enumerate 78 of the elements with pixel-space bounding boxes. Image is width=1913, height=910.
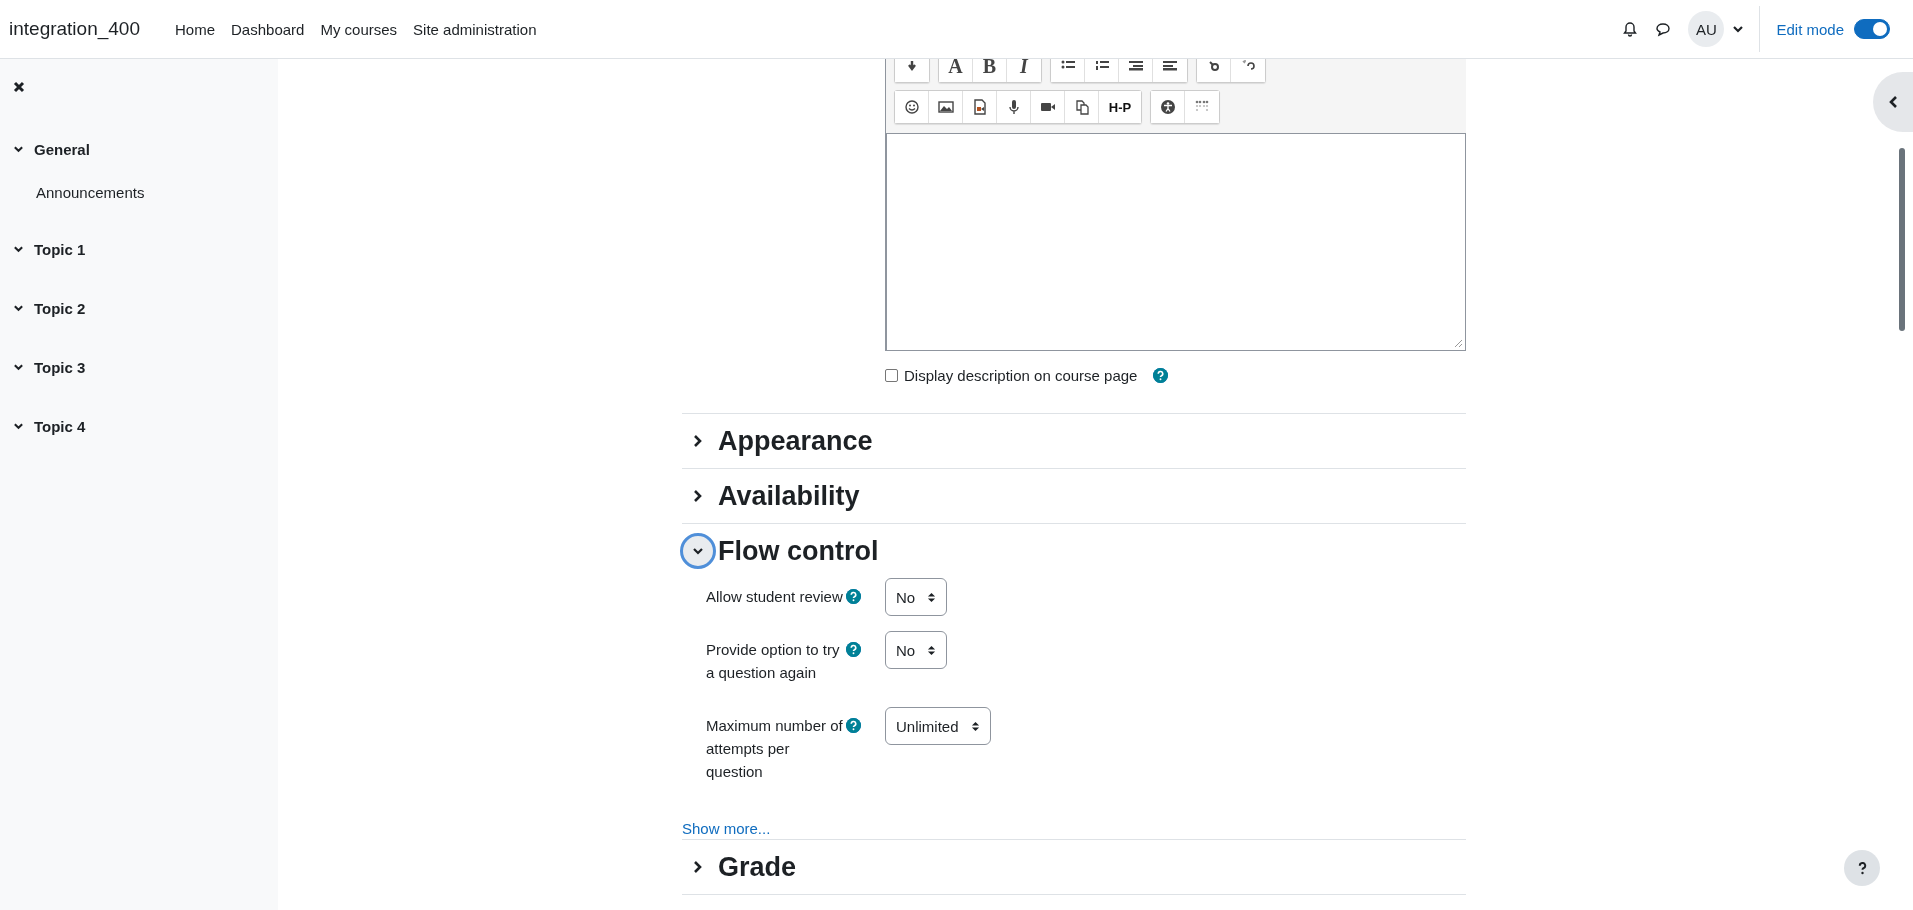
close-icon[interactable]	[13, 81, 25, 93]
copy-icon	[1073, 99, 1090, 115]
drawer-toggle-button[interactable]	[1873, 72, 1913, 132]
section-link[interactable]: General	[34, 141, 90, 158]
question-mark-icon	[1857, 861, 1867, 875]
chevron-right-icon	[692, 434, 704, 448]
smiley-icon	[903, 99, 920, 115]
media-file-icon	[971, 99, 988, 115]
toolbar-button[interactable]	[1197, 59, 1231, 82]
nav-link[interactable]: My courses	[320, 20, 398, 38]
nav-link[interactable]: Dashboard	[231, 20, 305, 38]
toolbar-button[interactable]	[1085, 59, 1119, 82]
bell-icon[interactable]	[1622, 21, 1639, 37]
toolbar-button[interactable]	[895, 59, 929, 82]
outdent-icon	[1127, 59, 1144, 74]
section-link[interactable]: Topic 4	[34, 418, 86, 435]
italic-button[interactable]: I	[1007, 59, 1041, 82]
chevron-left-icon	[1887, 95, 1899, 109]
image-icon	[937, 99, 954, 115]
scrollbar-thumb[interactable]	[1899, 148, 1905, 331]
toolbar-button[interactable]	[1031, 91, 1065, 123]
show-more-link[interactable]: Show more...	[682, 820, 771, 837]
section-link[interactable]: Topic 2	[34, 300, 86, 317]
toolbar-button[interactable]	[1231, 59, 1265, 82]
chevron-down-icon	[13, 302, 24, 314]
up-down-arrows-icon	[970, 719, 980, 733]
select-dropdown[interactable]: No	[885, 578, 948, 616]
section-link[interactable]: Topic 3	[34, 359, 86, 376]
help-icon[interactable]	[1153, 368, 1169, 383]
help-icon[interactable]	[846, 718, 861, 733]
user-avatar[interactable]: AU	[1688, 11, 1725, 47]
field-label: Provide option to try a question again	[706, 640, 841, 683]
edit-mode-switch[interactable]	[1854, 19, 1890, 39]
section-toggle[interactable]	[680, 533, 716, 569]
chevron-down-icon	[692, 545, 704, 557]
resize-handle-icon[interactable]	[1453, 338, 1463, 348]
section-heading: Grade	[718, 851, 797, 883]
toolbar-button[interactable]	[1151, 91, 1185, 123]
section-link[interactable]: Topic 1	[34, 241, 86, 258]
section-heading: Appearance	[718, 425, 873, 457]
edit-mode-label: Edit mode	[1776, 20, 1844, 38]
select-dropdown[interactable]: Unlimited	[885, 707, 991, 745]
checkbox-label: Display description on course page	[904, 367, 1138, 384]
toolbar-button[interactable]	[895, 91, 929, 123]
field-label: Allow student review	[706, 587, 844, 607]
bold-button[interactable]: B	[973, 59, 1007, 82]
chevron-down-icon	[13, 243, 24, 255]
chevron-down-icon	[13, 420, 24, 432]
accessibility-icon	[1159, 99, 1176, 115]
toolbar-button[interactable]	[1119, 59, 1153, 82]
chevron-down-icon	[13, 143, 24, 155]
toolbar-button[interactable]	[963, 91, 997, 123]
h5p-button[interactable]: H-P	[1099, 91, 1141, 123]
up-down-arrows-icon	[927, 590, 937, 604]
chevron-right-icon	[692, 860, 704, 874]
section-heading: Flow control	[718, 535, 879, 567]
chevron-right-icon	[692, 489, 704, 503]
toolbar-button[interactable]	[1153, 59, 1187, 82]
up-down-arrows-icon	[927, 643, 937, 657]
site-name[interactable]: integration_400	[9, 18, 140, 40]
help-button[interactable]	[1844, 850, 1880, 886]
section-heading: Availability	[718, 480, 860, 512]
toolbar-button[interactable]	[1065, 91, 1099, 123]
activity-link[interactable]: Announcements	[36, 184, 278, 201]
toolbar-button[interactable]	[997, 91, 1031, 123]
indent-icon	[1162, 59, 1178, 74]
checkbox[interactable]	[885, 369, 898, 382]
help-icon[interactable]	[846, 642, 861, 657]
chat-bubble-icon[interactable]	[1655, 21, 1672, 37]
select-dropdown[interactable]: No	[885, 631, 948, 669]
help-icon[interactable]	[846, 589, 861, 604]
font-button[interactable]: A	[939, 59, 973, 82]
field-label: Maximum number of attempts per question	[706, 716, 844, 782]
chevron-down-icon	[13, 361, 24, 373]
nav-link[interactable]: Home	[175, 20, 215, 38]
toolbar-button[interactable]	[1051, 59, 1085, 82]
toolbar-button[interactable]	[929, 91, 963, 123]
nav-link[interactable]: Site administration	[413, 20, 537, 38]
